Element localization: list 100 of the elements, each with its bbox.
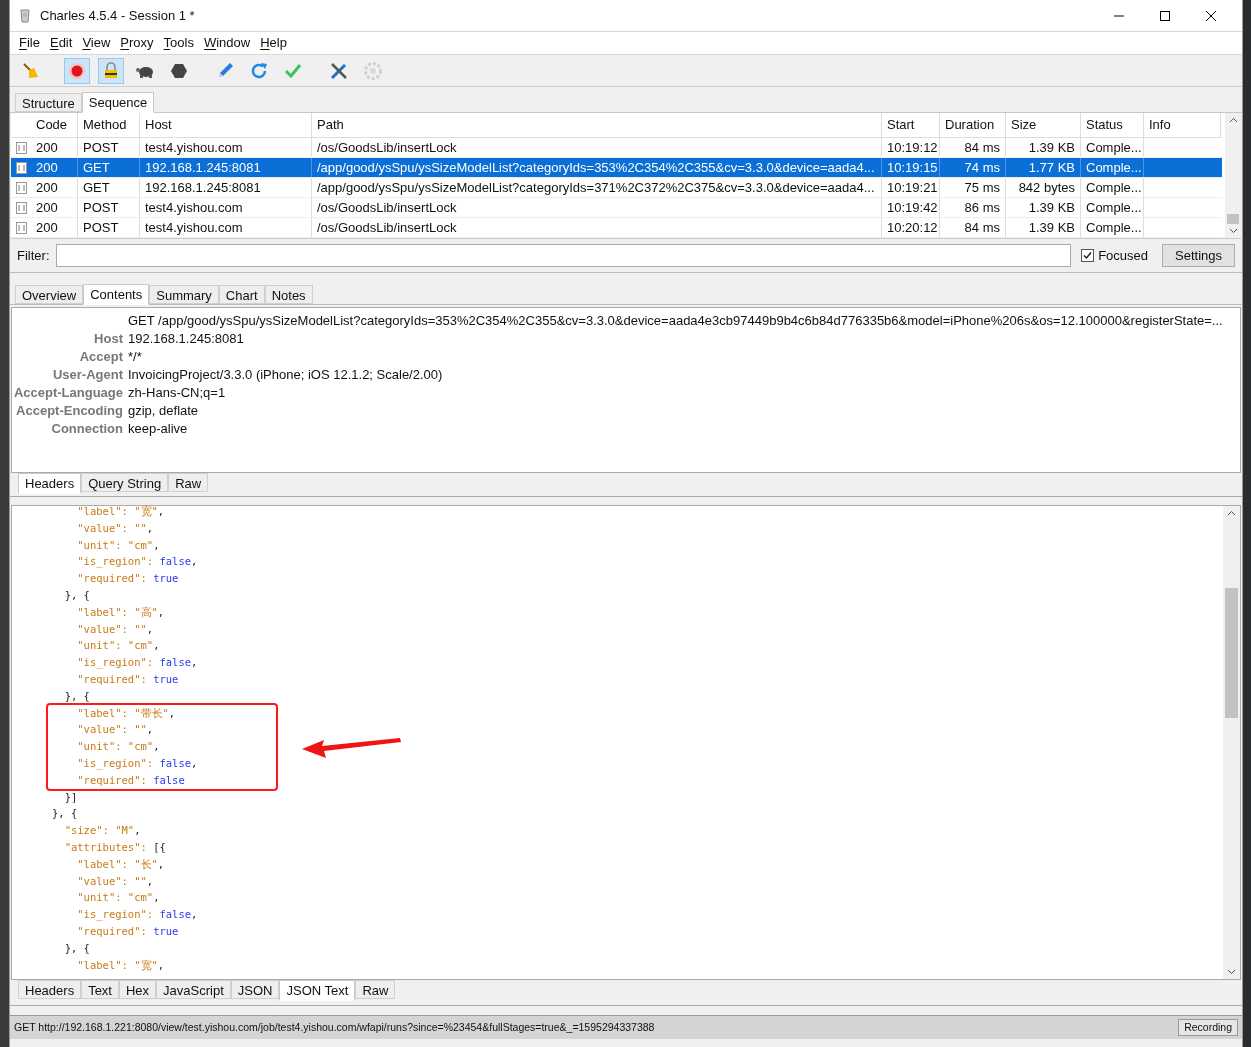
scroll-thumb[interactable] <box>1227 214 1239 224</box>
code-line: "unit": "cm", <box>76 638 160 654</box>
detail-tab[interactable]: Contents <box>83 284 150 305</box>
view-tab[interactable]: Structure <box>15 93 82 112</box>
tools-icon <box>329 60 349 81</box>
checkbox[interactable] <box>1081 249 1095 262</box>
menu-item[interactable]: Proxy <box>115 33 159 53</box>
header-value: GET /app/good/ysSpu/ysSizeModelList?categoryIds=353%2C354%2C355&cv=3.3.0&device=aada4e3cb97449b9b4c6b84d776335b6&model=iPhone%206s&os=12.100000&registerState=... <box>128 312 1223 331</box>
response-tab[interactable]: Headers <box>18 980 82 999</box>
table-cell-text: 84 ms <box>963 218 1000 237</box>
table-cell-text: 200 <box>36 198 59 217</box>
detail-tab[interactable]: Notes <box>264 285 313 304</box>
code-line: "value": "", <box>76 873 154 889</box>
code-line: "label": "宽", <box>76 957 165 973</box>
menu-item[interactable]: File <box>14 33 45 53</box>
column-header[interactable]: Start <box>882 113 940 137</box>
response-tab[interactable]: JSON <box>230 980 280 999</box>
menu-item[interactable]: Tools <box>158 33 199 53</box>
table-cell-text: test4.yishou.com <box>145 138 244 157</box>
table-cell-text: 200 <box>36 218 59 237</box>
code-line: "unit": "cm", <box>76 739 160 755</box>
code-line: "required": true <box>76 671 179 687</box>
table-cell-text: 200 <box>36 178 59 197</box>
scroll-down-icon <box>1227 969 1236 975</box>
code-line: "value": "", <box>76 520 154 536</box>
code-line: "unit": "cm", <box>76 537 160 553</box>
menu-item[interactable]: View <box>77 33 116 53</box>
response-tab[interactable]: JavaScript <box>156 980 231 999</box>
column-header[interactable]: Host <box>140 113 312 137</box>
code-line: "required": true <box>76 923 179 939</box>
header-name: Accept-Language <box>13 385 123 401</box>
table-cell-text: POST <box>83 138 120 157</box>
request-tab[interactable]: Query String <box>81 473 169 492</box>
code-line: }, { <box>52 806 78 822</box>
table-cell-text: 200 <box>36 138 59 157</box>
table-cell-text: /os/GoodsLib/insertLock <box>317 198 458 217</box>
code-line: "label": "高", <box>76 604 165 620</box>
code-line: "label": "长", <box>76 856 165 872</box>
menu-item[interactable]: Window <box>198 33 256 53</box>
column-header[interactable]: Info <box>1144 113 1221 137</box>
scrollbar[interactable] <box>1225 113 1241 238</box>
response-tab[interactable]: JSON Text <box>279 980 356 1001</box>
response-tab[interactable]: Hex <box>119 980 157 999</box>
view-tab[interactable]: Sequence <box>81 92 155 113</box>
header-value: */* <box>128 348 142 367</box>
table-cell-text: POST <box>83 218 120 237</box>
menu-item[interactable]: Edit <box>44 33 78 53</box>
scroll-thumb[interactable] <box>1225 587 1238 718</box>
header-value: InvoicingProject/3.3.0 (iPhone; iOS 12.1.2; Scale/2.00) <box>128 366 443 385</box>
request-row[interactable]: 200 GET 192.168.1.245:8081 /app/good/ysSpu/ysSizeModelList?categoryIds=371%2C372%2C375&cv=3.3.0&device=aada4... 10:19:21 75 ms 842 bytes Comple... <box>11 178 1222 198</box>
code-line: }] <box>63 789 78 805</box>
column-header[interactable]: Path <box>312 113 882 137</box>
header-name: User-Agent <box>52 367 123 383</box>
scrollbar[interactable] <box>1223 506 1240 979</box>
header-name: Accept <box>79 349 123 365</box>
request-row[interactable]: 200 POST test4.yishou.com /os/GoodsLib/insertLock 10:19:42 86 ms 1.39 KB Comple... <box>11 198 1222 218</box>
request-row[interactable]: 200 GET 192.168.1.245:8081 /app/good/ysSpu/ysSizeModelList?categoryIds=353%2C354%2C355&cv=3.3.0&device=aada4... 10:19:15 74 ms 1.77 KB Comple... <box>11 158 1222 178</box>
table-cell-text: /app/good/ysSpu/ysSizeModelList?categoryIds=371%2C372%2C375&cv=3.3.0&device=aada4... <box>317 178 876 197</box>
response-tab[interactable]: Raw <box>355 980 396 999</box>
table-cell-text: 1.39 KB <box>1027 198 1075 217</box>
detail-tab[interactable]: Summary <box>149 285 219 304</box>
request-row[interactable]: 200 POST test4.yishou.com /os/GoodsLib/insertLock 10:20:12 84 ms 1.39 KB Comple... <box>11 218 1222 238</box>
column-header[interactable]: Duration <box>940 113 1006 137</box>
column-header[interactable]: Status <box>1081 113 1144 137</box>
column-header[interactable]: Method <box>78 113 140 137</box>
code-line: "label": "带长", <box>76 705 176 721</box>
header-value: 192.168.1.245:8081 <box>128 330 244 349</box>
header-name: Host <box>94 331 123 347</box>
code-line: "value": "", <box>76 621 154 637</box>
request-tab[interactable]: Headers <box>18 473 82 494</box>
code-line: }, { <box>63 688 90 704</box>
table-cell-text: 1.39 KB <box>1027 138 1075 157</box>
filter-field[interactable] <box>55 244 1072 267</box>
detail-tab[interactable]: Overview <box>15 285 84 304</box>
scroll-up-icon <box>1228 117 1238 123</box>
header-value: keep-alive <box>128 420 188 439</box>
detail-tab[interactable]: Chart <box>218 285 265 304</box>
code-line: "required": false <box>76 772 185 788</box>
header-value: zh-Hans-CN;q=1 <box>128 384 226 403</box>
filter-label: Filter: <box>17 246 50 265</box>
table-cell-text: 200 <box>36 158 59 177</box>
table-cell-text: /os/GoodsLib/insertLock <box>317 138 458 157</box>
code-line: }, { <box>63 940 90 956</box>
table-cell-text: 84 ms <box>963 138 1000 157</box>
scroll-up-icon <box>1227 510 1236 516</box>
column-header[interactable]: Code <box>31 113 78 137</box>
response-tab[interactable]: Text <box>81 980 119 999</box>
arrow-icon <box>302 735 402 758</box>
request-row[interactable]: 200 POST test4.yishou.com /os/GoodsLib/insertLock 10:19:12 84 ms 1.39 KB Comple... <box>11 138 1222 158</box>
app-icon <box>18 7 32 24</box>
table-cell-text: POST <box>83 198 120 217</box>
document-icon <box>15 201 27 214</box>
table-cell-text: 1.77 KB <box>1027 158 1075 177</box>
request-tab[interactable]: Raw <box>168 473 209 492</box>
code-line: "label": "宽", <box>76 506 165 519</box>
table-cell-text: 192.168.1.245:8081 <box>145 178 262 197</box>
settings-button[interactable]: Settings <box>1162 244 1235 267</box>
menu-item[interactable]: Help <box>255 33 292 53</box>
toolbar-button[interactable] <box>98 57 124 84</box>
column-header[interactable]: Size <box>1006 113 1081 137</box>
